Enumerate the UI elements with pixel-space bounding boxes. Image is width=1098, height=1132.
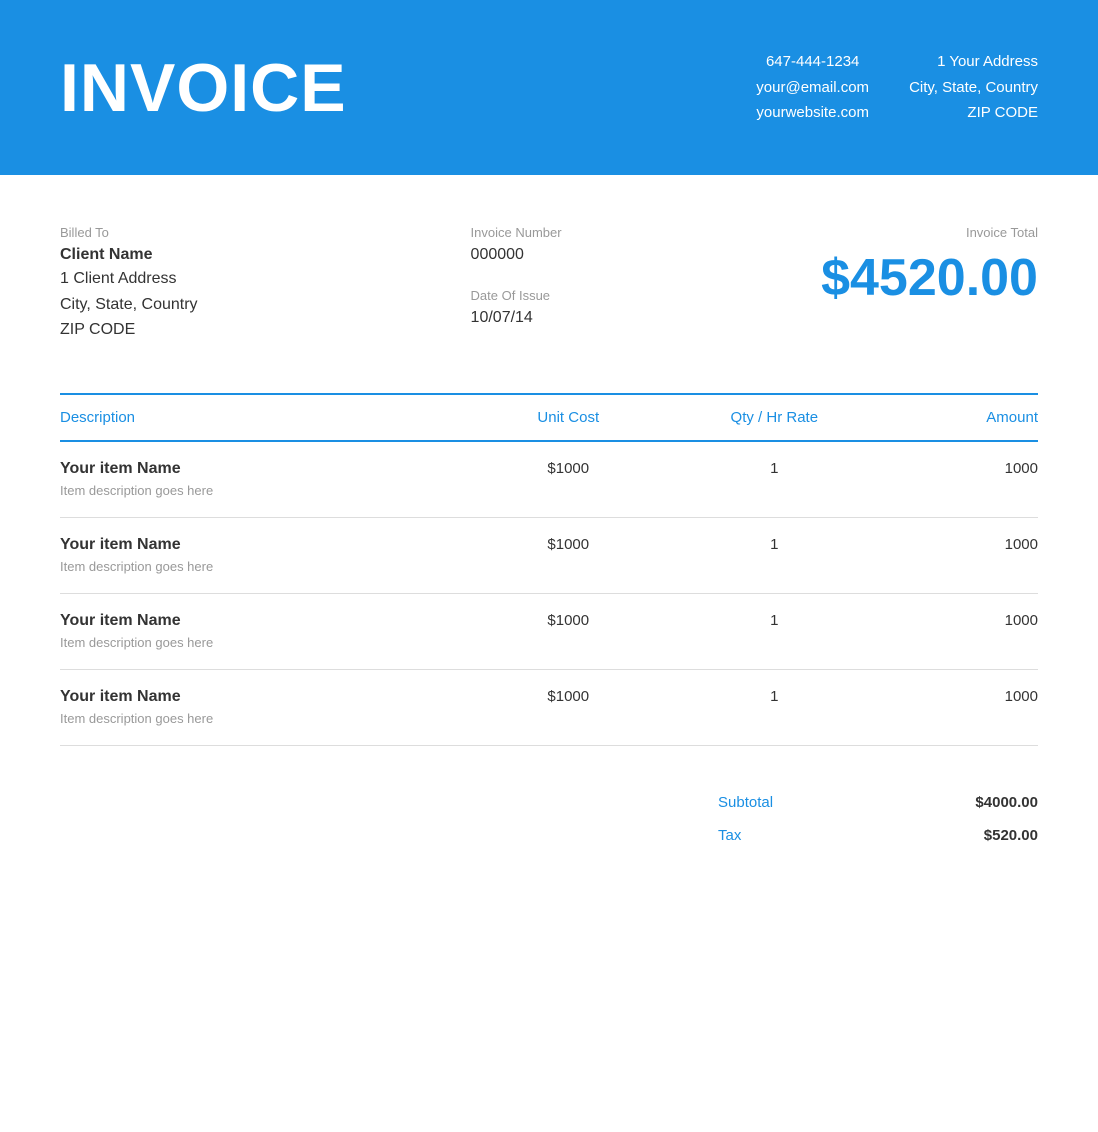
item-desc: Item description goes here: [60, 635, 213, 650]
date-of-issue-label: Date Of Issue: [471, 288, 671, 303]
item-name: Your item Name: [60, 612, 483, 630]
item-unit-cost: $1000: [483, 517, 653, 593]
client-zip: ZIP CODE: [60, 317, 320, 343]
item-desc: Item description goes here: [60, 711, 213, 726]
table-row: Your item Name Item description goes her…: [60, 669, 1038, 745]
date-of-issue-value: 10/07/14: [471, 309, 671, 327]
item-name: Your item Name: [60, 536, 483, 554]
item-amount: 1000: [895, 441, 1038, 518]
invoice-total-amount: $4520.00: [821, 248, 1038, 308]
summary-table: Subtotal $4000.00 Tax $520.00: [718, 786, 1038, 852]
invoice-number-value: 000000: [471, 246, 671, 264]
summary-tax-row: Tax $520.00: [718, 819, 1038, 852]
item-qty: 1: [653, 517, 895, 593]
item-description-cell: Your item Name Item description goes her…: [60, 441, 483, 518]
header-address-zip: ZIP CODE: [909, 100, 1038, 126]
tax-value: $520.00: [938, 827, 1038, 844]
item-amount: 1000: [895, 517, 1038, 593]
item-name: Your item Name: [60, 688, 483, 706]
col-header-description: Description: [60, 394, 483, 441]
header-address-line2: City, State, Country: [909, 75, 1038, 101]
client-address-line1: 1 Client Address: [60, 266, 320, 292]
item-qty: 1: [653, 593, 895, 669]
invoice-total-label: Invoice Total: [821, 225, 1038, 240]
invoice-body: Billed To Client Name 1 Client Address C…: [0, 175, 1098, 912]
table-row: Your item Name Item description goes her…: [60, 441, 1038, 518]
header-contact-right: 1 Your Address City, State, Country ZIP …: [909, 49, 1038, 126]
invoice-number-section: Invoice Number 000000 Date Of Issue 10/0…: [471, 225, 671, 327]
item-qty: 1: [653, 669, 895, 745]
billing-row: Billed To Client Name 1 Client Address C…: [60, 225, 1038, 343]
item-desc: Item description goes here: [60, 559, 213, 574]
header-contact-left: 647-444-1234 your@email.com yourwebsite.…: [756, 49, 869, 126]
header-address-line1: 1 Your Address: [909, 49, 1038, 75]
item-unit-cost: $1000: [483, 669, 653, 745]
item-amount: 1000: [895, 593, 1038, 669]
item-description-cell: Your item Name Item description goes her…: [60, 517, 483, 593]
col-header-qty: Qty / Hr Rate: [653, 394, 895, 441]
table-row: Your item Name Item description goes her…: [60, 593, 1038, 669]
item-amount: 1000: [895, 669, 1038, 745]
item-qty: 1: [653, 441, 895, 518]
invoice-header: INVOICE 647-444-1234 your@email.com your…: [0, 0, 1098, 175]
item-unit-cost: $1000: [483, 593, 653, 669]
subtotal-value: $4000.00: [938, 794, 1038, 811]
billed-to-label: Billed To: [60, 225, 320, 240]
header-website: yourwebsite.com: [756, 100, 869, 126]
client-address-line2: City, State, Country: [60, 292, 320, 318]
col-header-unit-cost: Unit Cost: [483, 394, 653, 441]
billed-to-section: Billed To Client Name 1 Client Address C…: [60, 225, 320, 343]
item-description-cell: Your item Name Item description goes her…: [60, 593, 483, 669]
tax-label: Tax: [718, 827, 741, 844]
table-row: Your item Name Item description goes her…: [60, 517, 1038, 593]
item-description-cell: Your item Name Item description goes her…: [60, 669, 483, 745]
summary-subtotal-row: Subtotal $4000.00: [718, 786, 1038, 819]
invoice-title: INVOICE: [60, 49, 347, 127]
subtotal-label: Subtotal: [718, 794, 773, 811]
header-email: your@email.com: [756, 75, 869, 101]
client-name: Client Name: [60, 246, 320, 264]
header-phone: 647-444-1234: [756, 49, 869, 75]
header-contact: 647-444-1234 your@email.com yourwebsite.…: [756, 49, 1038, 126]
item-name: Your item Name: [60, 460, 483, 478]
col-header-amount: Amount: [895, 394, 1038, 441]
item-desc: Item description goes here: [60, 483, 213, 498]
invoice-total-section: Invoice Total $4520.00: [821, 225, 1038, 308]
invoice-number-label: Invoice Number: [471, 225, 671, 240]
invoice-table: Description Unit Cost Qty / Hr Rate Amou…: [60, 393, 1038, 746]
invoice-page: INVOICE 647-444-1234 your@email.com your…: [0, 0, 1098, 1132]
invoice-summary: Subtotal $4000.00 Tax $520.00: [60, 786, 1038, 852]
table-header-row: Description Unit Cost Qty / Hr Rate Amou…: [60, 394, 1038, 441]
item-unit-cost: $1000: [483, 441, 653, 518]
